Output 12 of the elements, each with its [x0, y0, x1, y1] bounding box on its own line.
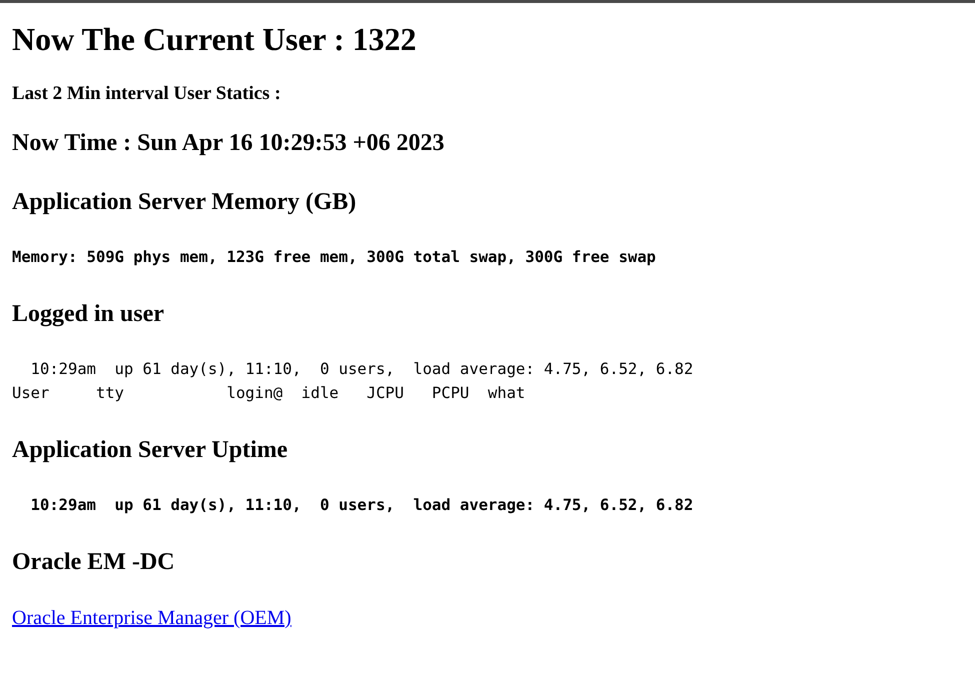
command-output-line: Memory: 509G phys mem, 123G free mem, 300G total swap, 300G free swap [12, 247, 656, 268]
section-subheading: Last 2 Min interval User Statics : [12, 82, 281, 106]
command-output-line: User tty login@ idle JCPU PCPU what [12, 383, 526, 404]
oem-link[interactable]: Oracle Enterprise Manager (OEM) [12, 605, 292, 631]
section-heading: Application Server Memory (GB) [12, 188, 356, 217]
page-title: Now The Current User : 1322 [12, 20, 416, 58]
section-heading: Now Time : Sun Apr 16 10:29:53 +06 2023 [12, 129, 444, 158]
section-heading: Logged in user [12, 300, 164, 329]
command-output-line: 10:29am up 61 day(s), 11:10, 0 users, load average: 4.75, 6.52, 6.82 [30, 495, 694, 516]
section-heading: Oracle EM -DC [12, 548, 175, 577]
command-output-line: 10:29am up 61 day(s), 11:10, 0 users, load average: 4.75, 6.52, 6.82 [30, 359, 694, 380]
section-heading: Application Server Uptime [12, 436, 288, 465]
